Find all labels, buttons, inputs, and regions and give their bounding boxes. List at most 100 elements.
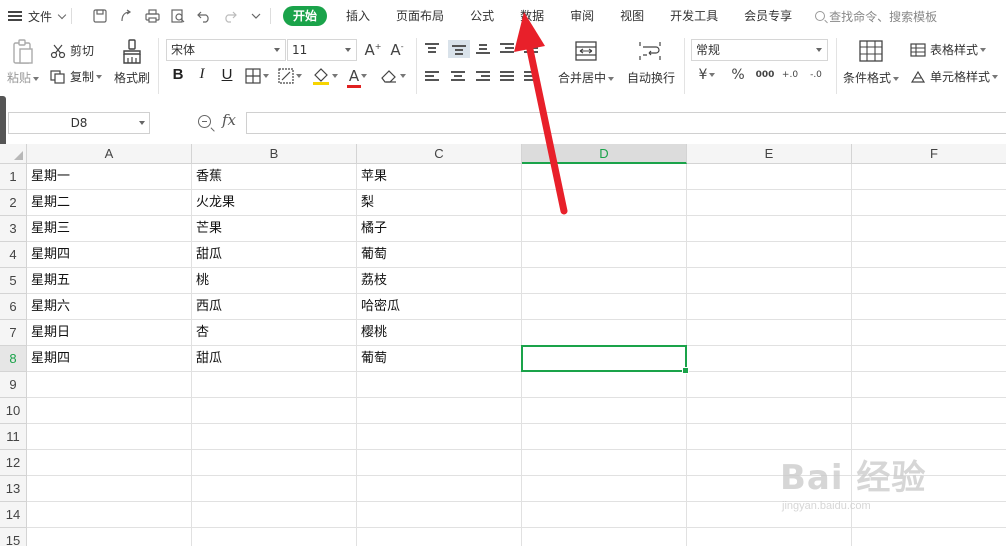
align-right-icon[interactable] [476,70,490,82]
cell-b5[interactable]: 桃 [192,268,357,294]
copy-button[interactable]: 复制 [50,68,103,85]
cell-c7[interactable]: 樱桃 [357,320,522,346]
cell-a1[interactable]: 星期一 [27,164,192,190]
conditional-format-label[interactable]: 条件格式 [843,69,900,86]
align-middle-icon[interactable] [448,40,470,58]
cell-a6[interactable]: 星期六 [27,294,192,320]
wrap-text-button[interactable] [638,40,662,62]
paste-button[interactable] [10,38,36,66]
tab-member[interactable]: 会员专享 [731,0,805,32]
selected-cell-outline[interactable] [521,345,689,374]
row-header-6[interactable]: 6 [0,294,27,320]
paste-label[interactable]: 粘贴 [7,69,40,86]
cell-c4[interactable]: 葡萄 [357,242,522,268]
row-header-13[interactable]: 13 [0,476,27,502]
cell-c2[interactable]: 梨 [357,190,522,216]
tab-insert[interactable]: 插入 [333,0,383,32]
print-preview-icon[interactable] [170,8,186,24]
number-format-select[interactable]: 常规 [691,39,828,61]
font-size-select[interactable]: 11 [287,39,357,61]
align-center-icon[interactable] [451,70,465,82]
tab-view[interactable]: 视图 [607,0,657,32]
decrease-font-button[interactable]: A- [388,40,406,60]
cut-button[interactable]: 剪切 [50,42,94,59]
export-pdf-icon[interactable] [118,8,134,24]
decrease-indent-icon[interactable] [500,42,514,54]
cell-a8[interactable]: 星期四 [27,346,192,372]
tab-review[interactable]: 审阅 [557,0,607,32]
column-header-e[interactable]: E [687,144,852,164]
decrease-decimal-button[interactable]: -.0 [804,66,828,84]
fill-color-button[interactable] [310,67,340,85]
merge-center-label[interactable]: 合并居中 [558,69,615,86]
cell-style-button[interactable] [276,67,304,85]
cell-c5[interactable]: 荔枝 [357,268,522,294]
cell-b1[interactable]: 香蕉 [192,164,357,190]
tab-home[interactable]: 开始 [283,6,328,26]
row-header-12[interactable]: 12 [0,450,27,476]
cell-b4[interactable]: 甜瓜 [192,242,357,268]
tab-formulas[interactable]: 公式 [457,0,507,32]
cell-a2[interactable]: 星期二 [27,190,192,216]
row-header-4[interactable]: 4 [0,242,27,268]
increase-indent-icon[interactable] [524,42,538,54]
cell-b6[interactable]: 西瓜 [192,294,357,320]
cell-b3[interactable]: 芒果 [192,216,357,242]
insert-function-button[interactable]: fx [222,111,236,129]
row-header-1[interactable]: 1 [0,164,27,190]
cell-c3[interactable]: 橘子 [357,216,522,242]
cell-c1[interactable]: 苹果 [357,164,522,190]
row-header-5[interactable]: 5 [0,268,27,294]
customize-toolbar-icon[interactable] [248,8,264,24]
cell-b2[interactable]: 火龙果 [192,190,357,216]
column-header-c[interactable]: C [357,144,522,164]
row-header-14[interactable]: 14 [0,502,27,528]
formula-input[interactable] [246,112,1006,134]
tab-data[interactable]: 数据 [507,0,557,32]
zoom-search-icon[interactable] [198,115,211,128]
undo-icon[interactable] [196,8,212,24]
cell-c6[interactable]: 哈密瓜 [357,294,522,320]
cell-styles-button[interactable]: 单元格样式 [910,68,999,85]
italic-button[interactable]: I [192,66,212,83]
select-all-corner[interactable] [0,144,27,164]
cell-a7[interactable]: 星期日 [27,320,192,346]
name-box[interactable]: D8 [8,112,150,134]
tab-page-layout[interactable]: 页面布局 [383,0,457,32]
row-header-3[interactable]: 3 [0,216,27,242]
command-search[interactable]: 查找命令、搜索模板 [815,8,937,25]
row-header-2[interactable]: 2 [0,190,27,216]
column-header-f[interactable]: F [852,144,1006,164]
format-painter-button[interactable] [118,38,146,66]
borders-button[interactable] [243,67,271,85]
table-style-button[interactable]: 表格样式 [910,41,987,58]
align-top-icon[interactable] [425,42,439,54]
cell-b8[interactable]: 甜瓜 [192,346,357,372]
underline-button[interactable]: U [217,66,237,83]
align-bottom-icon[interactable] [476,42,490,54]
cell-a4[interactable]: 星期四 [27,242,192,268]
font-name-select[interactable]: 宋体 [166,39,286,61]
row-header-8[interactable]: 8 [0,346,27,372]
percent-button[interactable]: % [728,66,748,84]
bold-button[interactable]: B [168,66,188,83]
tab-developer[interactable]: 开发工具 [657,0,731,32]
conditional-format-button[interactable] [858,40,884,62]
file-menu-button[interactable]: 文件 [0,0,67,32]
justify-icon[interactable] [500,70,514,82]
row-header-11[interactable]: 11 [0,424,27,450]
clear-format-button[interactable] [378,67,408,85]
cell-c8[interactable]: 葡萄 [357,346,522,372]
thousands-separator-button[interactable]: 000 [752,66,778,84]
column-header-a[interactable]: A [27,144,192,164]
column-header-d[interactable]: D [522,144,687,164]
increase-decimal-button[interactable]: +.0 [778,66,802,84]
save-icon[interactable] [92,8,108,24]
cell-b7[interactable]: 杏 [192,320,357,346]
currency-button[interactable]: ¥ [694,66,720,84]
column-header-b[interactable]: B [192,144,357,164]
row-header-10[interactable]: 10 [0,398,27,424]
row-header-9[interactable]: 9 [0,372,27,398]
wrap-text-label[interactable]: 自动换行 [627,69,675,86]
cell-a5[interactable]: 星期五 [27,268,192,294]
